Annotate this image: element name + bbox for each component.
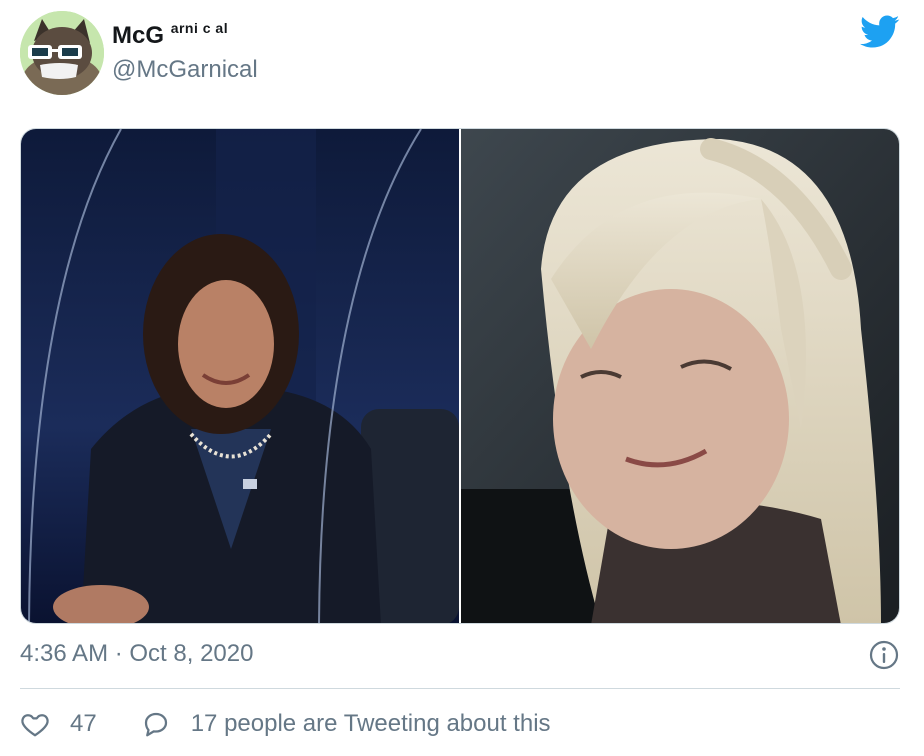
tweet-card: McG arni c al @McGarnical 4:36 AM · Oct … — [0, 0, 924, 756]
twitter-bird-icon[interactable] — [860, 15, 900, 49]
tweet-media[interactable] — [20, 128, 900, 624]
heart-icon[interactable] — [20, 709, 50, 739]
divider — [20, 688, 900, 689]
info-icon[interactable] — [868, 639, 900, 671]
cat-avatar-icon — [20, 11, 104, 95]
author-display-name[interactable]: McG arni c al — [112, 20, 228, 50]
like-count[interactable]: 47 — [70, 710, 97, 738]
media-image-left[interactable] — [21, 129, 459, 624]
reply-bubble-icon[interactable] — [141, 709, 171, 739]
tweeting-about-link[interactable]: 17 people are Tweeting about this — [191, 710, 551, 738]
author-name-suffix: arni c al — [170, 20, 229, 36]
author-handle[interactable]: @McGarnical — [112, 56, 258, 84]
author-name-main: McG — [112, 22, 165, 49]
tweet-timestamp[interactable]: 4:36 AM · Oct 8, 2020 — [20, 640, 253, 668]
avatar[interactable] — [20, 11, 104, 95]
tweet-actions: 47 17 people are Tweeting about this — [20, 704, 551, 744]
media-image-right[interactable] — [461, 129, 900, 624]
